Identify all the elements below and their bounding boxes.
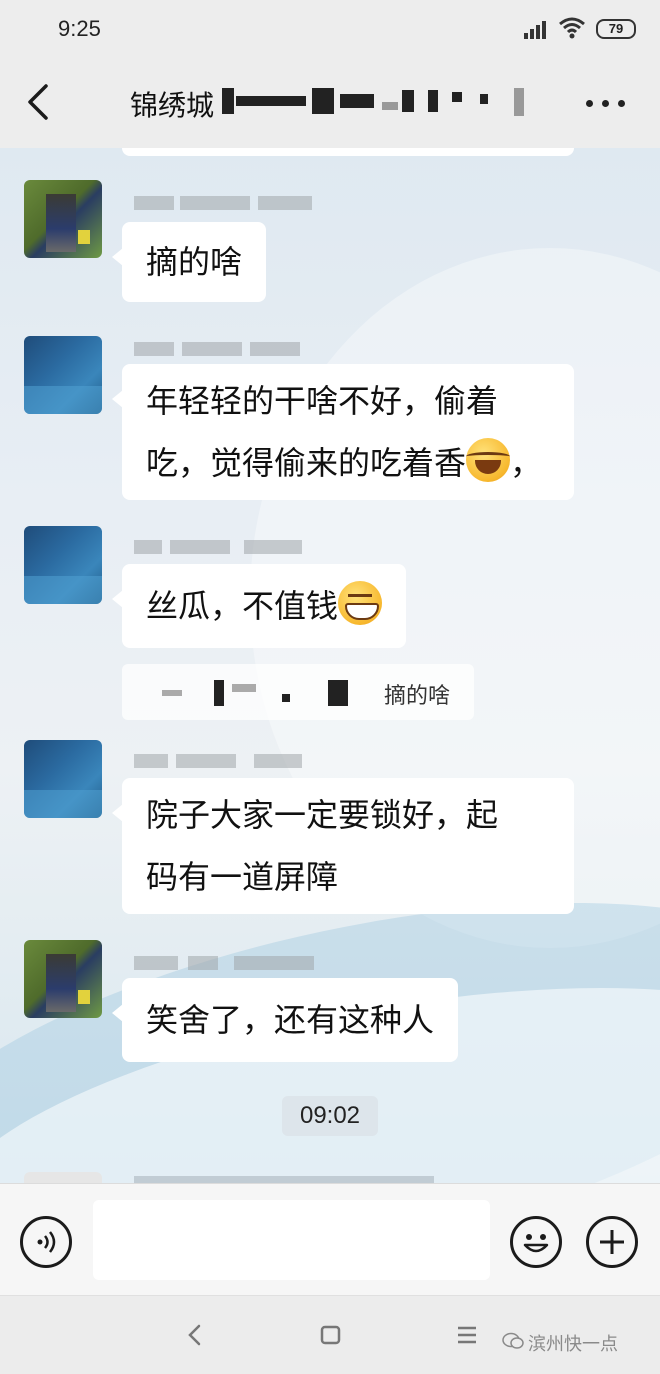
- sender-name-redacted: [134, 750, 304, 772]
- status-time: 9:25: [58, 16, 101, 41]
- message-text-line: 吃，觉得偷来的吃着香 ，: [146, 432, 550, 494]
- sender-name-redacted: [134, 338, 314, 360]
- message-input[interactable]: [93, 1200, 490, 1280]
- quoted-message[interactable]: 摘的啥: [122, 664, 474, 720]
- message-text: 院子大家一定要锁好，起: [146, 796, 499, 834]
- avatar[interactable]: [24, 180, 102, 258]
- time-divider: 09:02: [282, 1096, 378, 1136]
- system-nav-bar: 滨州快一点: [0, 1295, 660, 1374]
- voice-icon[interactable]: [20, 1216, 72, 1268]
- nav-home-icon[interactable]: [316, 1322, 346, 1348]
- message-text: ，: [510, 444, 543, 482]
- message-bubble[interactable]: 笑舍了，还有这种人: [111, 978, 459, 1062]
- message-text: 摘的啥: [146, 243, 243, 281]
- previous-message-bubble: [122, 148, 574, 156]
- title-redaction: [222, 82, 542, 122]
- message-bubble[interactable]: 院子大家一定要锁好，起 码有一道屏障: [112, 778, 574, 914]
- message-text: 码有一道屏障: [146, 858, 339, 896]
- avatar[interactable]: [24, 526, 102, 604]
- plus-icon[interactable]: [586, 1216, 638, 1268]
- back-arrow-icon[interactable]: [20, 80, 60, 124]
- signal-icon: [524, 19, 550, 39]
- sender-name-redacted: [134, 536, 304, 558]
- watermark-text: 滨州快一点: [528, 1334, 618, 1355]
- message-bubble[interactable]: 年轻轻的干啥不好，偷着 吃，觉得偷来的吃着香 ，: [112, 364, 574, 500]
- nav-menu-icon[interactable]: [452, 1322, 482, 1348]
- avatar[interactable]: [24, 336, 102, 414]
- message-text: 吃，觉得偷来的吃着香: [146, 444, 467, 482]
- wifi-icon: [559, 17, 585, 39]
- nav-back-icon[interactable]: [180, 1322, 210, 1348]
- message-bubble[interactable]: 摘的啥: [111, 222, 267, 302]
- more-dots-icon[interactable]: [584, 96, 628, 110]
- battery-icon: 79: [596, 19, 636, 39]
- message-text: 年轻轻的干啥不好，偷着: [146, 382, 499, 420]
- quote-text: 摘的啥: [384, 684, 451, 709]
- chat-title: 锦绣城: [130, 89, 215, 122]
- avatar[interactable]: [24, 740, 102, 818]
- status-bar: 9:25 79: [0, 0, 660, 58]
- emoji-icon[interactable]: [510, 1216, 562, 1268]
- input-bar: [0, 1183, 660, 1295]
- laughing-emoji-icon: [466, 438, 511, 482]
- wechat-logo-icon: [502, 1332, 524, 1349]
- message-bubble[interactable]: 丝瓜，不值钱: [111, 564, 407, 648]
- sender-name-redacted: [134, 192, 334, 214]
- sender-name-redacted: [134, 952, 324, 974]
- message-text-line: 丝瓜，不值钱: [146, 575, 383, 637]
- avatar[interactable]: [24, 940, 102, 1018]
- grinning-emoji-icon: [338, 581, 383, 625]
- message-text: 丝瓜，不值钱: [146, 587, 339, 625]
- sender-name-redacted: [134, 1176, 434, 1183]
- avatar[interactable]: [24, 1172, 102, 1183]
- message-text: 笑舍了，还有这种人: [146, 1001, 435, 1039]
- chat-messages[interactable]: 摘的啥 年轻轻的干啥不好，偷着 吃，觉得偷来的吃着香 ， 丝瓜，不值钱 摘的啥 院…: [0, 148, 660, 1183]
- chat-header: 锦绣城: [0, 58, 660, 148]
